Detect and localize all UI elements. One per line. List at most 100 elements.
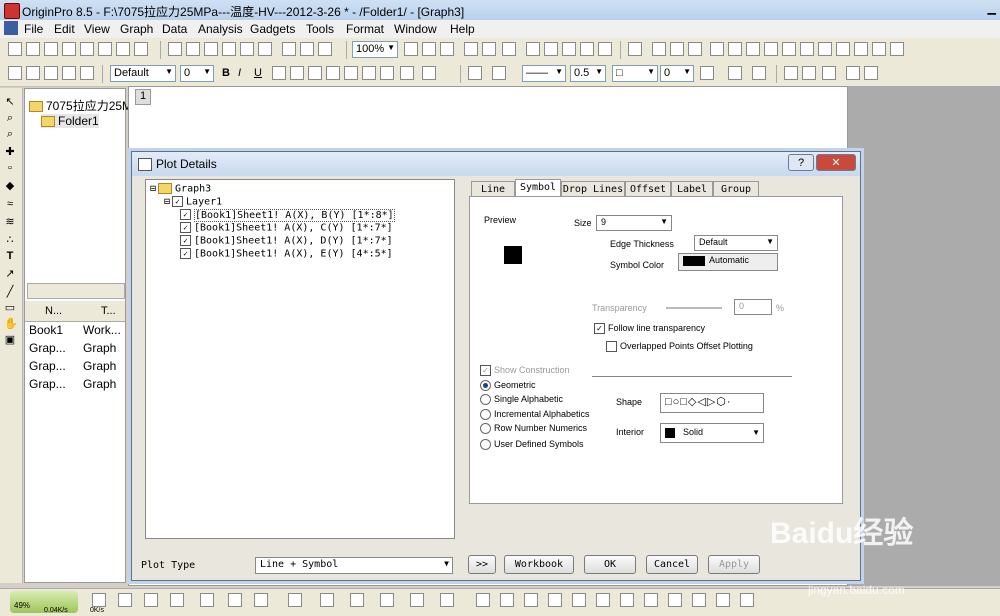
pointer-tool-icon[interactable] <box>8 66 22 80</box>
show-construction-option[interactable]: ✓ Show Construction <box>480 365 570 377</box>
fill-color-icon[interactable] <box>468 66 482 80</box>
transparency-slider[interactable] <box>666 307 722 309</box>
pointer-icon[interactable]: ↖ <box>4 96 16 108</box>
pattern-select[interactable]: 0 ▼ <box>660 65 694 82</box>
menu-format[interactable]: Format <box>346 22 384 36</box>
document-icon[interactable] <box>4 21 18 35</box>
font-size-select[interactable]: 0 ▼ <box>180 65 214 82</box>
tab-group[interactable]: Group <box>713 181 759 197</box>
column-name-header[interactable]: N... <box>45 305 62 317</box>
radio-incremental-alphabetics[interactable]: Incremental Alphabetics <box>480 409 590 421</box>
unmerge-icon[interactable] <box>802 66 816 80</box>
polar-plot-icon[interactable] <box>200 593 214 607</box>
font-decrease-icon[interactable] <box>362 66 376 80</box>
menu-help[interactable]: Help <box>450 22 475 36</box>
3d-scatter-icon[interactable] <box>350 593 364 607</box>
pattern-icon[interactable] <box>700 66 714 80</box>
save-project-icon[interactable] <box>222 42 236 56</box>
subscript-icon[interactable] <box>290 66 304 80</box>
import-icon[interactable] <box>282 42 296 56</box>
close-button[interactable]: ✕ <box>816 154 856 171</box>
axis-right-icon[interactable] <box>764 42 778 56</box>
transparency-spinner[interactable]: 0 <box>734 299 772 315</box>
tree-node-layer[interactable]: ⊟ ✓ Layer1 <box>164 196 222 208</box>
list-item[interactable]: Book1 Work... <box>29 323 121 337</box>
contour-icon[interactable] <box>380 593 394 607</box>
print-icon[interactable] <box>404 42 418 56</box>
size-select[interactable]: 9 ▼ <box>596 215 672 231</box>
arrow-tool-icon[interactable]: ↗ <box>4 268 16 280</box>
menu-data[interactable]: Data <box>162 22 187 36</box>
align-top-icon[interactable] <box>524 593 538 607</box>
back-icon[interactable] <box>692 593 706 607</box>
new-project-icon[interactable] <box>8 42 22 56</box>
menu-tools[interactable]: Tools <box>306 22 334 36</box>
font-select[interactable]: Default ▼ <box>110 65 176 82</box>
align-bottom-icon[interactable] <box>548 593 562 607</box>
ok-button[interactable]: OK <box>584 555 636 574</box>
group-icon[interactable] <box>716 593 730 607</box>
column-plot-icon[interactable] <box>92 593 106 607</box>
plot-checkbox[interactable]: ✓ <box>180 235 191 246</box>
list-item[interactable]: Grap... Graph <box>29 377 116 391</box>
radio-geometric[interactable]: Geometric <box>480 380 536 392</box>
table-icon[interactable] <box>872 42 886 56</box>
menu-edit[interactable]: Edit <box>54 22 75 36</box>
arrow-style-select[interactable]: □ ▼ <box>612 65 658 82</box>
same-height-icon[interactable] <box>644 593 658 607</box>
layer-tab[interactable]: 1 <box>135 89 151 105</box>
show-construction-checkbox[interactable]: ✓ <box>480 365 491 377</box>
grid-icon[interactable] <box>818 42 832 56</box>
zoom-in-icon[interactable] <box>26 66 40 80</box>
new-workbook-icon[interactable] <box>26 42 40 56</box>
screen-reader-icon[interactable]: ✚ <box>4 146 16 158</box>
radio-user-defined-symbols[interactable]: User Defined Symbols <box>480 439 584 451</box>
italic-button[interactable]: I <box>238 67 241 79</box>
shape-select[interactable]: □○□◇◁▷⬡· <box>660 393 764 413</box>
regional-mask-icon[interactable]: ≋ <box>4 216 16 228</box>
date-time-icon[interactable] <box>836 42 850 56</box>
axis-left-icon[interactable] <box>728 42 742 56</box>
open-excel-icon[interactable] <box>204 42 218 56</box>
new-notes-icon[interactable] <box>134 42 148 56</box>
scatter-tool-icon[interactable]: ∴ <box>4 234 16 246</box>
tree-node-graph[interactable]: ⊟ Graph3 <box>150 183 211 195</box>
area-plot-icon[interactable] <box>170 593 184 607</box>
greek-icon[interactable] <box>326 66 340 80</box>
menu-window[interactable]: Window <box>394 22 437 36</box>
box-plot-icon[interactable] <box>228 593 242 607</box>
edge-thickness-select[interactable]: Default ▼ <box>694 235 778 251</box>
front-icon[interactable] <box>668 593 682 607</box>
tree-node-plot[interactable]: ✓ [Book1]Sheet1! A(X), D(Y) [1*:7*] <box>180 235 393 247</box>
project-root[interactable]: 7075拉应力25M <box>29 97 132 114</box>
menu-analysis[interactable]: Analysis <box>198 22 243 36</box>
code-builder-icon[interactable] <box>580 42 594 56</box>
zoom-out-icon[interactable] <box>44 66 58 80</box>
line-width-select[interactable]: 0.5 ▼ <box>570 65 606 82</box>
border-icon[interactable] <box>728 66 742 80</box>
follow-transparency-checkbox[interactable]: ✓ <box>594 323 605 335</box>
open-template-icon[interactable] <box>186 42 200 56</box>
align-hcenter-icon[interactable] <box>596 593 610 607</box>
radio-single-alphabetic[interactable]: Single Alphabetic <box>480 394 563 406</box>
menu-gadgets[interactable]: Gadgets <box>250 22 295 36</box>
new-excel-icon[interactable] <box>44 42 58 56</box>
3d-surface-icon[interactable] <box>288 593 302 607</box>
project-folder[interactable]: Folder1 <box>41 114 99 128</box>
ternary-icon[interactable] <box>440 593 454 607</box>
align-right-icon[interactable] <box>500 593 514 607</box>
plot-type-select[interactable]: Line + Symbol ▼ <box>255 557 453 574</box>
supersub-icon[interactable] <box>308 66 322 80</box>
expand-button[interactable]: >> <box>468 555 496 574</box>
font-increase-icon[interactable] <box>344 66 358 80</box>
help-button[interactable]: ? <box>788 154 814 171</box>
extract-icon[interactable] <box>846 66 860 80</box>
line-tool-icon[interactable]: ╱ <box>4 286 16 298</box>
zoom-select[interactable]: 100% ▼ <box>352 41 398 58</box>
axis-both-icon[interactable] <box>782 42 796 56</box>
text-triangle-icon[interactable] <box>422 66 436 80</box>
cancel-button[interactable]: Cancel <box>646 555 698 574</box>
zoom-out-tool-icon[interactable]: ⌕ <box>4 128 16 140</box>
data-reader-tool-icon[interactable]: ▫ <box>4 162 16 174</box>
add-column-icon[interactable] <box>482 42 496 56</box>
